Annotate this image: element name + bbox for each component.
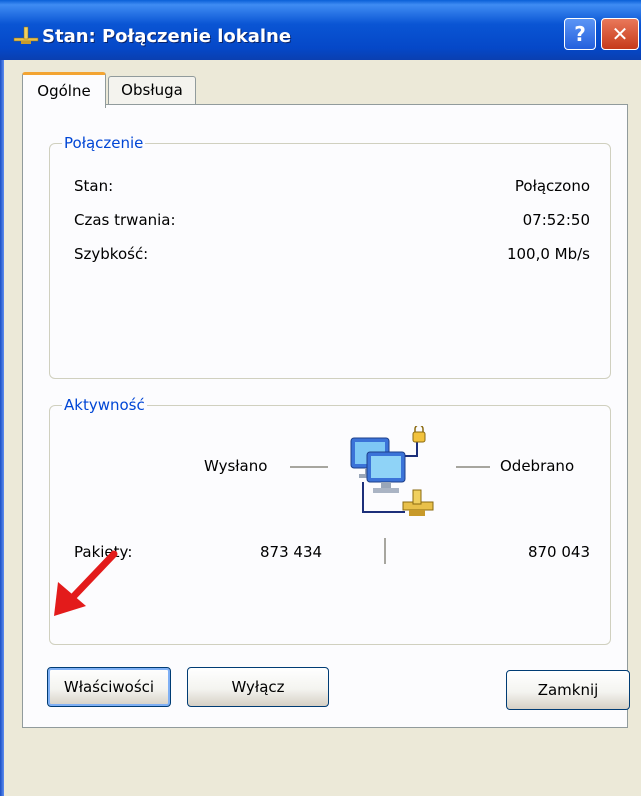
received-label: Odebrano — [500, 457, 575, 475]
packets-received-value: 870 043 — [527, 543, 590, 561]
title-bar[interactable]: Stan: Połączenie lokalne ? ✕ — [0, 0, 641, 60]
window-border — [0, 60, 4, 796]
duration-value: 07:52:50 — [522, 211, 590, 229]
packets-sent-value: 873 434 — [260, 543, 323, 561]
status-dialog: Stan: Połączenie lokalne ? ✕ Ogólne Obsł… — [0, 0, 641, 796]
status-value: Połączono — [514, 177, 590, 195]
tab-support[interactable]: Obsługa — [108, 76, 196, 104]
connection-group-label: Połączenie — [62, 133, 146, 153]
close-window-button[interactable]: ✕ — [601, 18, 639, 50]
sent-line — [290, 466, 328, 468]
annotation-arrow-icon — [54, 550, 118, 616]
sent-label: Wysłano — [204, 457, 268, 475]
help-button[interactable]: ? — [564, 18, 596, 50]
disable-button[interactable]: Wyłącz — [187, 667, 329, 707]
properties-button[interactable]: Właściwości — [47, 667, 171, 707]
network-computers-icon — [350, 426, 434, 516]
window-title: Stan: Połączenie lokalne — [42, 26, 292, 47]
duration-label: Czas trwania: — [74, 211, 176, 229]
activity-group: Aktywność Wysłano Odebrano Pakiety: 873 … — [49, 395, 611, 645]
speed-label: Szybkość: — [74, 245, 149, 263]
status-label: Stan: — [74, 177, 114, 195]
connection-group: Połączenie Stan: Połączono Czas trwania:… — [49, 133, 611, 379]
packets-separator — [384, 538, 386, 564]
received-line — [456, 466, 490, 468]
tab-general[interactable]: Ogólne — [22, 72, 106, 108]
activity-group-label: Aktywność — [62, 395, 147, 415]
close-button[interactable]: Zamknij — [506, 670, 630, 710]
network-connection-icon — [13, 26, 39, 44]
tab-panel-general: Połączenie Stan: Połączono Czas trwania:… — [22, 104, 628, 728]
speed-value: 100,0 Mb/s — [506, 245, 590, 263]
